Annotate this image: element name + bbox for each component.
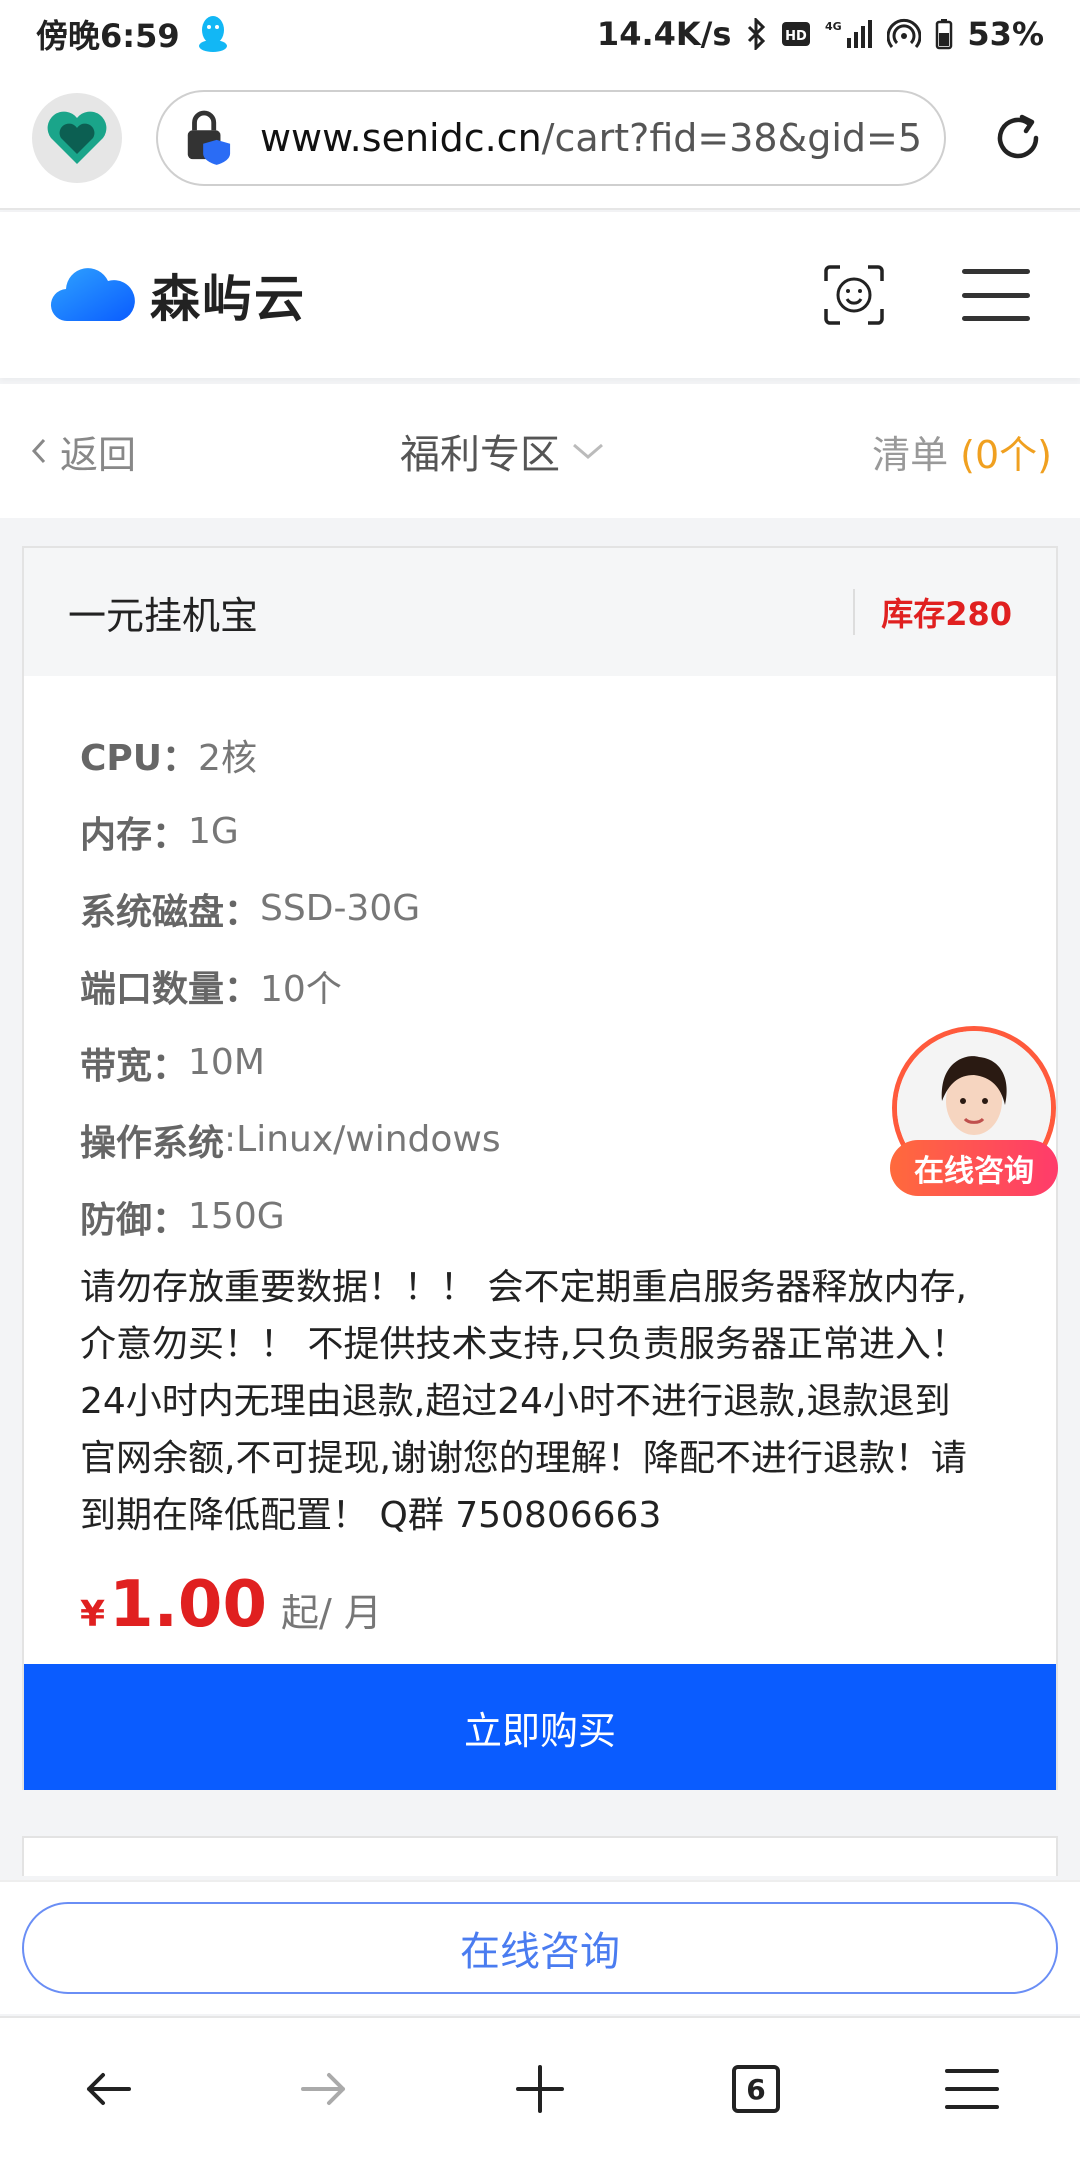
spec-os: 操作系统:Linux/windows xyxy=(80,1101,1000,1178)
spec-label: 系统磁盘： xyxy=(80,891,261,933)
net-speed: 14.4K/s xyxy=(596,15,732,53)
product-notice: 请勿存放重要数据！！！ 会不定期重启服务器释放内存,介意勿买！！ 不提供技术支持… xyxy=(80,1267,967,1536)
new-tab-plus-icon[interactable] xyxy=(500,2049,580,2129)
site-shield-icon[interactable] xyxy=(32,93,122,183)
browser-toolbar: www.senidc.cn/cart?fid=38&gid=58 xyxy=(0,68,1080,210)
spec-label: 内存： xyxy=(80,814,189,856)
site-header: 森屿云 xyxy=(0,212,1080,378)
spec-disk: 系统磁盘： SSD-30G xyxy=(80,870,1000,947)
cloud-logo-icon xyxy=(50,268,135,322)
spec-ports: 端口数量： 10个 xyxy=(80,947,1000,1024)
spec-memory: 内存： 1G xyxy=(80,793,1000,870)
face-scan-icon[interactable] xyxy=(822,263,886,327)
back-label: 返回 xyxy=(60,432,137,477)
consult-bar: 在线咨询 xyxy=(0,1880,1080,2014)
spec-bandwidth: 带宽： 10M xyxy=(80,1024,1000,1101)
tab-count: 6 xyxy=(732,2065,780,2113)
back-arrow-icon[interactable] xyxy=(68,2049,148,2129)
reload-icon[interactable] xyxy=(988,108,1048,168)
spec-label: CPU： xyxy=(80,737,199,779)
spec-value: 2核 xyxy=(198,737,257,779)
spec-label: 带宽： xyxy=(80,1045,189,1087)
spec-value: 10M xyxy=(188,1042,265,1083)
hamburger-menu-icon[interactable] xyxy=(962,269,1030,321)
spec-value: 1G xyxy=(188,811,239,852)
chevron-down-icon xyxy=(573,443,603,459)
battery-icon xyxy=(935,18,953,50)
site-logo[interactable]: 森屿云 xyxy=(50,259,306,331)
cart-count: (0个) xyxy=(960,432,1052,477)
status-time: 傍晚6:59 xyxy=(36,17,180,55)
sub-navigation: 返回 福利专区 清单 (0个) xyxy=(0,384,1080,518)
url-path: /cart?fid=38&gid=58 xyxy=(541,116,920,160)
category-dropdown[interactable]: 福利专区 xyxy=(400,422,608,480)
spec-value: 10个 xyxy=(260,968,342,1010)
browser-bottom-nav: 6 xyxy=(0,2016,1080,2160)
spec-value: 150G xyxy=(188,1196,285,1237)
hotspot-icon xyxy=(887,18,922,50)
cart-label: 清单 xyxy=(872,432,949,477)
category-label: 福利专区 xyxy=(400,432,560,478)
forward-arrow-icon[interactable] xyxy=(284,2049,364,2129)
spec-value: :Linux/windows xyxy=(224,1119,501,1160)
online-consult-button[interactable]: 在线咨询 xyxy=(22,1902,1058,1994)
product-price: ¥ 1.00 起/ 月 xyxy=(80,1568,1000,1642)
spec-label: 操作系统 xyxy=(80,1122,225,1164)
brand-name: 森屿云 xyxy=(150,270,306,328)
price-unit: 起/ 月 xyxy=(280,1591,382,1635)
address-bar[interactable]: www.senidc.cn/cart?fid=38&gid=58 xyxy=(156,90,946,186)
spec-label: 端口数量： xyxy=(80,968,261,1010)
next-product-card xyxy=(22,1836,1058,1876)
buy-now-button[interactable]: 立即购买 xyxy=(24,1664,1056,1790)
floating-consult-widget[interactable]: 在线咨询 xyxy=(890,1026,1058,1206)
bluetooth-icon xyxy=(745,18,767,50)
back-link[interactable]: 返回 xyxy=(28,424,136,479)
url-host: www.senidc.cn xyxy=(259,116,542,160)
secure-lock-icon[interactable] xyxy=(182,110,234,166)
stock-badge: 库存280 xyxy=(853,589,1012,635)
menu-icon[interactable] xyxy=(932,2049,1012,2129)
spec-value: SSD-30G xyxy=(260,888,421,929)
battery-percent: 53% xyxy=(967,15,1044,53)
svg-text:HD: HD xyxy=(786,29,808,44)
status-bar: 傍晚6:59 14.4K/s HD 4G 53% xyxy=(0,0,1080,68)
tabs-button[interactable]: 6 xyxy=(716,2049,796,2129)
cellular-signal-icon: 4G xyxy=(825,18,873,50)
product-card-header: 一元挂机宝 库存280 xyxy=(24,548,1056,676)
chevron-left-icon xyxy=(31,438,46,464)
hd-icon: HD xyxy=(781,20,811,48)
product-title: 一元挂机宝 xyxy=(68,593,259,638)
qq-icon xyxy=(198,16,227,52)
price-amount: 1.00 xyxy=(109,1568,267,1642)
cart-link[interactable]: 清单 (0个) xyxy=(872,424,1052,479)
spec-cpu: CPU： 2核 xyxy=(80,716,1000,793)
url-text[interactable]: www.senidc.cn/cart?fid=38&gid=58 xyxy=(260,116,920,160)
floating-consult-label[interactable]: 在线咨询 xyxy=(890,1140,1058,1196)
spec-label: 防御： xyxy=(80,1199,189,1241)
spec-defense: 防御： 150G xyxy=(80,1178,1000,1255)
signal-label: 4G xyxy=(825,20,842,33)
currency-symbol: ¥ xyxy=(80,1594,106,1635)
